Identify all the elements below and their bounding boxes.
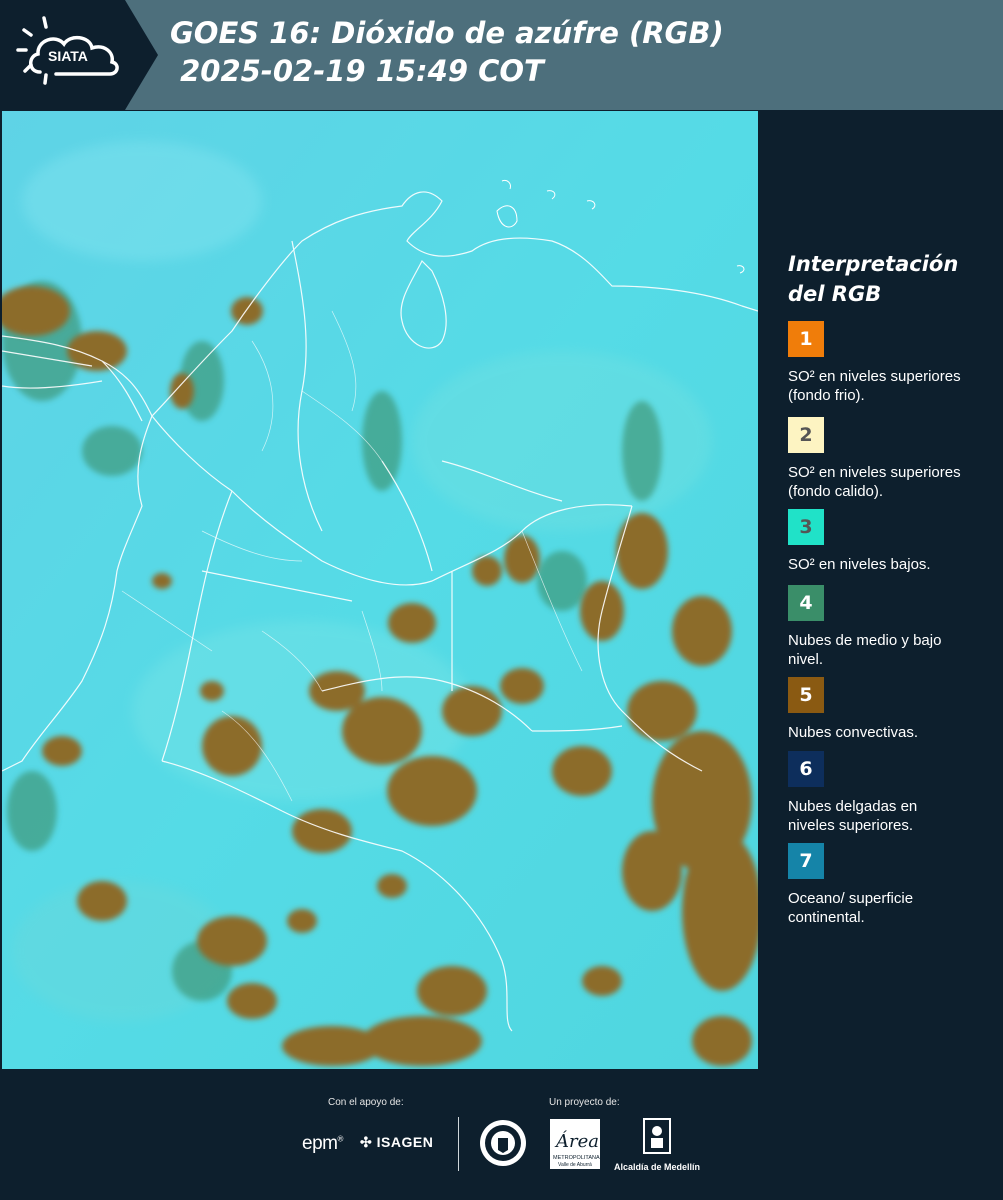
title-line-1: GOES 16: Dióxido de azúfre (RGB) bbox=[170, 16, 724, 50]
satellite-image bbox=[2, 111, 758, 1069]
footer: Con el apoyo de: Un proyecto de: epm® ✣ … bbox=[0, 1069, 1003, 1200]
legend-panel: Interpretación del RGB 1 SO² en niveles … bbox=[760, 111, 1003, 1069]
svg-text:SIATA: SIATA bbox=[48, 48, 88, 64]
legend-swatch-5: 5 bbox=[788, 677, 824, 713]
project-label: Un proyecto de: bbox=[549, 1097, 620, 1108]
epm-logo: epm® bbox=[302, 1133, 343, 1155]
alcaldia-logo: Alcaldía de Medellín bbox=[612, 1117, 702, 1172]
page-title: GOES 16: Dióxido de azúfre (RGB) 2025-02… bbox=[170, 14, 724, 90]
legend-title-line-1: Interpretación bbox=[788, 252, 959, 276]
legend-number-1: 1 bbox=[799, 328, 813, 350]
legend-swatch-6: 6 bbox=[788, 751, 824, 787]
isagen-logo: ✣ ISAGEN bbox=[360, 1134, 433, 1151]
legend-item-1: 1 SO² en niveles superiores (fondo frio)… bbox=[788, 321, 988, 405]
legend-number-5: 5 bbox=[799, 684, 813, 706]
legend-swatch-4: 4 bbox=[788, 585, 824, 621]
legend-number-4: 4 bbox=[799, 592, 813, 614]
isagen-icon: ✣ bbox=[360, 1134, 373, 1150]
legend-title-line-2: del RGB bbox=[788, 282, 882, 306]
svg-text:Valle de Aburrá: Valle de Aburrá bbox=[558, 1162, 592, 1168]
epm-mark: ® bbox=[337, 1134, 343, 1144]
footer-divider bbox=[458, 1117, 459, 1171]
alcaldia-text: Alcaldía de Medellín bbox=[613, 1162, 701, 1172]
header-bar: SIATA GOES 16: Dióxido de azúfre (RGB) 2… bbox=[0, 0, 1003, 110]
legend-item-2: 2 SO² en niveles superiores (fondo calid… bbox=[788, 417, 988, 501]
legend-desc-5: Nubes convectivas. bbox=[788, 724, 919, 741]
legend-desc-4: Nubes de medio y bajo nivel. bbox=[788, 632, 942, 668]
alcaldia-emblem-icon bbox=[643, 1118, 671, 1154]
legend-desc-6: Nubes delgadas en niveles superiores. bbox=[788, 798, 918, 834]
legend-desc-2: SO² en niveles superiores (fondo calido)… bbox=[788, 464, 961, 500]
legend-swatch-3: 3 bbox=[788, 509, 824, 545]
legend-desc-3: SO² en niveles bajos. bbox=[788, 556, 931, 573]
svg-text:Área: Área bbox=[554, 1129, 599, 1152]
legend-item-6: 6 Nubes delgadas en niveles superiores. bbox=[788, 751, 988, 835]
legend-swatch-2: 2 bbox=[788, 417, 824, 453]
legend-item-4: 4 Nubes de medio y bajo nivel. bbox=[788, 585, 988, 669]
legend-number-2: 2 bbox=[799, 424, 813, 446]
legend-desc-1: SO² en niveles superiores (fondo frio). bbox=[788, 368, 961, 404]
siata-logo: SIATA bbox=[0, 0, 158, 110]
svg-text:METROPOLITANA: METROPOLITANA bbox=[553, 1155, 600, 1161]
area-metropolitana-logo: Área METROPOLITANA Valle de Aburrá bbox=[550, 1119, 600, 1174]
legend-number-7: 7 bbox=[799, 850, 813, 872]
epm-text: epm bbox=[302, 1133, 338, 1154]
support-label: Con el apoyo de: bbox=[328, 1097, 404, 1108]
legend-item-5: 5 Nubes convectivas. bbox=[788, 677, 988, 742]
medellin-seal bbox=[478, 1118, 528, 1173]
legend-title: Interpretación del RGB bbox=[788, 249, 958, 309]
legend-swatch-1: 1 bbox=[788, 321, 824, 357]
legend-swatch-7: 7 bbox=[788, 843, 824, 879]
legend-item-7: 7 Oceano/ superficie continental. bbox=[788, 843, 988, 927]
legend-number-6: 6 bbox=[799, 758, 813, 780]
legend-item-3: 3 SO² en niveles bajos. bbox=[788, 509, 988, 574]
legend-number-3: 3 bbox=[799, 516, 813, 538]
isagen-text: ISAGEN bbox=[376, 1134, 434, 1150]
legend-desc-7: Oceano/ superficie continental. bbox=[788, 890, 914, 926]
title-line-2: 2025-02-19 15:49 COT bbox=[170, 54, 544, 88]
